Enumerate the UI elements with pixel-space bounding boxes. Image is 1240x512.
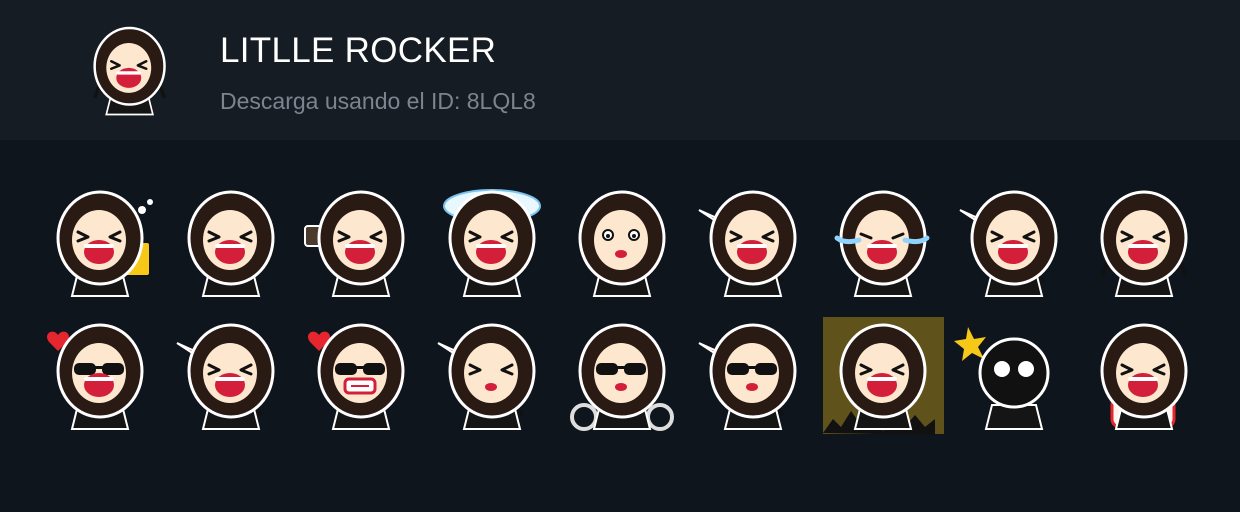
sticker-skull-spark[interactable] <box>952 313 1077 438</box>
rocker-horns-sticker-icon <box>78 18 182 122</box>
sticker-heart-sunglasses[interactable] <box>299 313 424 438</box>
pack-title: LITLLE ROCKER <box>220 31 497 70</box>
sticker-cool-sunglasses[interactable] <box>691 313 816 438</box>
pack-download-id: Descarga usando el ID: 8LQL8 <box>220 88 536 114</box>
sticker-headbang[interactable] <box>560 180 685 305</box>
sticker-guitar-red[interactable] <box>691 180 816 305</box>
sticker-love-letter[interactable] <box>38 313 163 438</box>
sticker-guitar-shout[interactable] <box>952 180 1077 305</box>
sticker-horns[interactable] <box>1082 180 1207 305</box>
pack-header: LITLLE ROCKER Descarga usando el ID: 8LQ… <box>0 0 1240 140</box>
sticker-running[interactable] <box>169 180 294 305</box>
sticker-motorbike[interactable] <box>560 313 685 438</box>
sticker-lightning-guitar[interactable] <box>430 313 555 438</box>
sticker-foam-hair[interactable] <box>430 180 555 305</box>
sticker-grid <box>0 140 1240 512</box>
sticker-birthday-cake[interactable] <box>1082 313 1207 438</box>
sticker-crying[interactable] <box>821 180 946 305</box>
sticker-amp-kick[interactable] <box>299 180 424 305</box>
sticker-drinking-beer[interactable] <box>38 180 163 305</box>
sticker-concert-crowd[interactable] <box>821 313 946 438</box>
sticker-flying-v-guitar[interactable] <box>169 313 294 438</box>
